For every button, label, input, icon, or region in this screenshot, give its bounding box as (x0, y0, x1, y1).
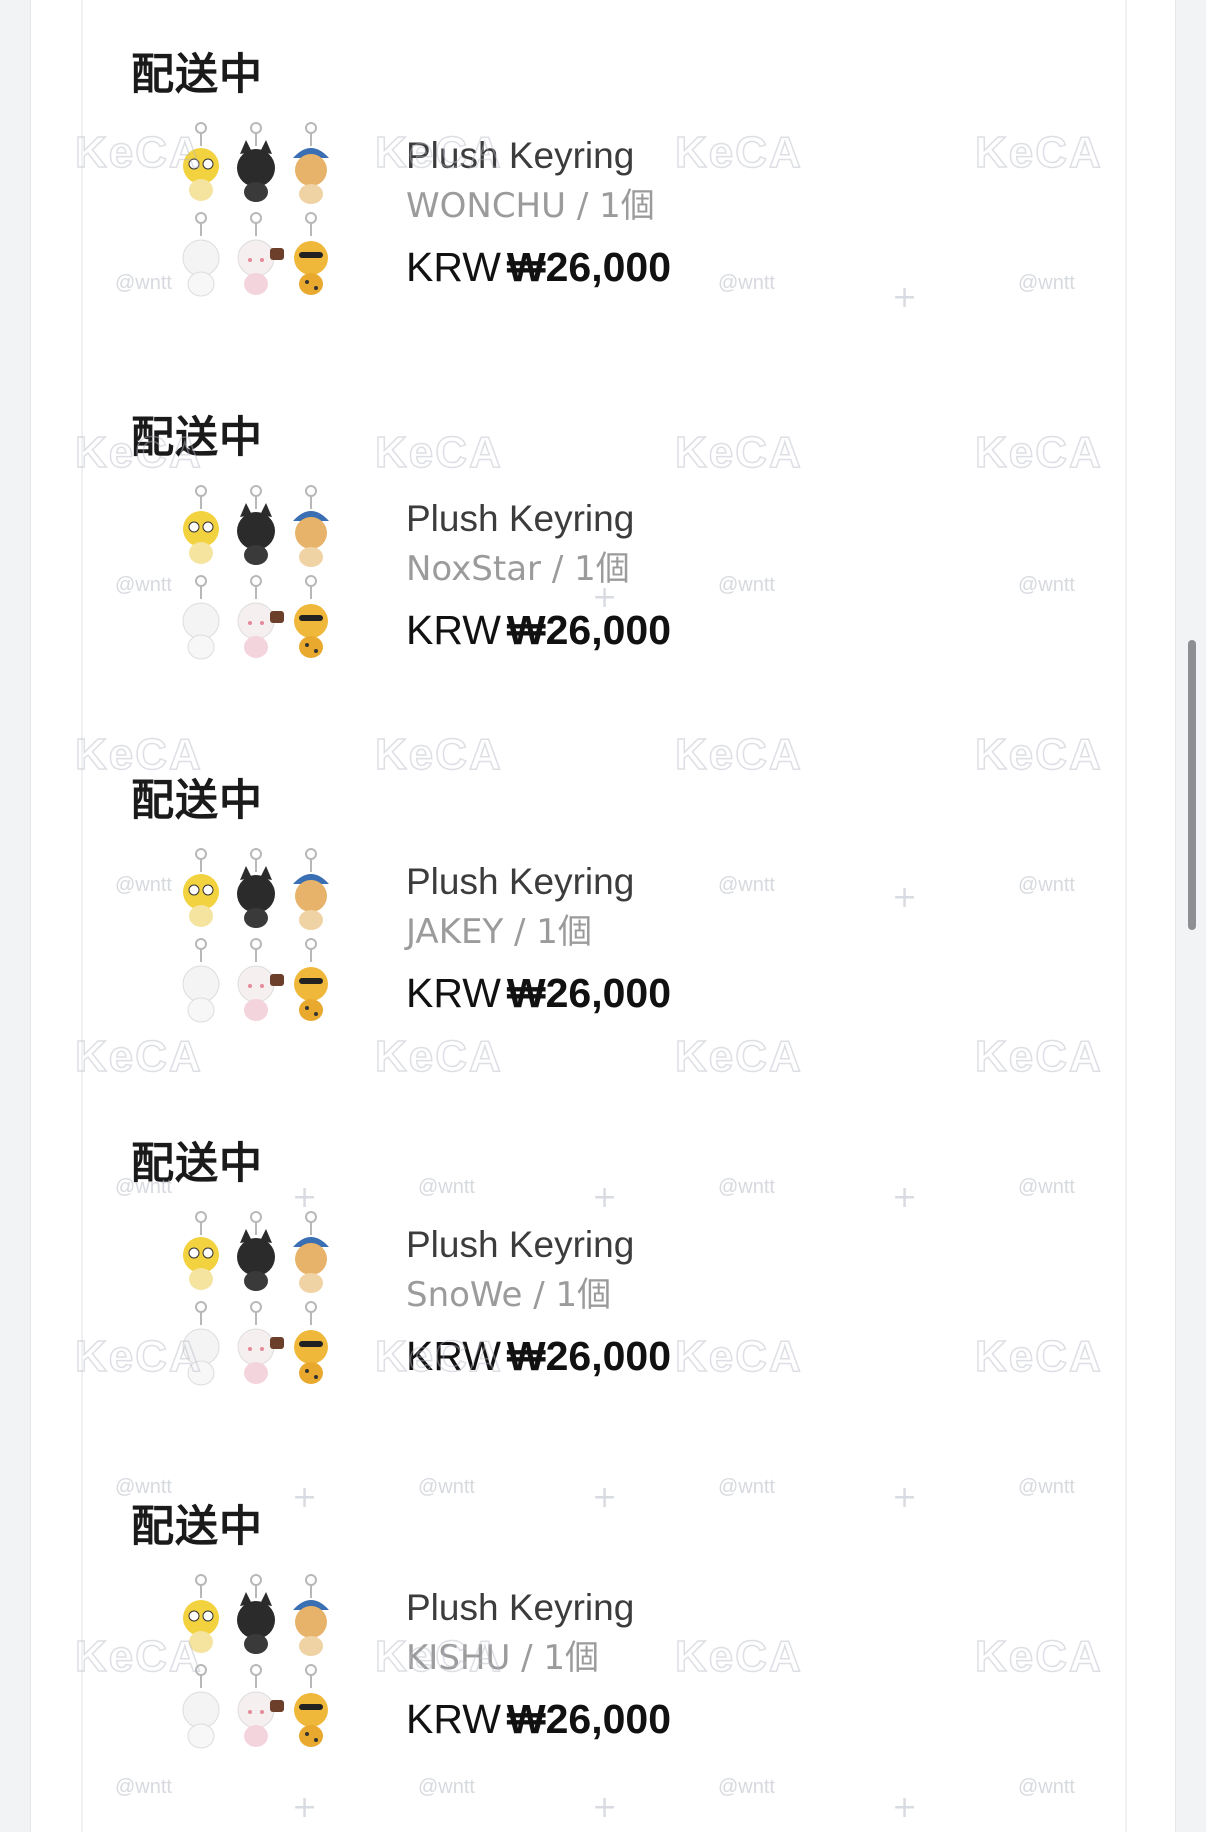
price-amount: ₩26,000 (506, 244, 672, 290)
shipping-status: 配送中 (131, 413, 263, 463)
product-option: JAKEY / 1個 (406, 912, 592, 952)
product-thumbnail[interactable] (161, 481, 431, 703)
product-thumbnail[interactable] (161, 1207, 431, 1429)
product-price: KRW ₩26,000 (406, 1329, 671, 1383)
shipping-status: 配送中 (131, 776, 263, 826)
order-list-panel: 配送中 Plush Keyring WONCHU / 1個 KRW ₩26,000… (30, 0, 1176, 1832)
product-price: KRW ₩26,000 (406, 603, 671, 657)
shipping-status: 配送中 (131, 1502, 263, 1552)
price-amount: ₩26,000 (506, 1333, 672, 1379)
product-name[interactable]: Plush Keyring (406, 858, 671, 906)
product-price: KRW ₩26,000 (406, 1692, 671, 1746)
order-item[interactable]: 配送中 Plush Keyring KISHU / 1個 KRW ₩26,000 (31, 1452, 1177, 1815)
order-item[interactable]: 配送中 Plush Keyring JAKEY / 1個 KRW ₩26,000 (31, 726, 1177, 1089)
price-currency: KRW (406, 1696, 501, 1742)
scrollbar-thumb[interactable] (1188, 640, 1196, 930)
shipping-status: 配送中 (131, 50, 263, 100)
product-option: WONCHU / 1個 (406, 186, 655, 226)
product-info: Plush Keyring NoxStar / 1個 KRW ₩26,000 (406, 495, 671, 657)
shipping-status: 配送中 (131, 1139, 263, 1189)
price-amount: ₩26,000 (506, 1696, 672, 1742)
product-thumbnail[interactable] (161, 118, 431, 340)
product-info: Plush Keyring SnoWe / 1個 KRW ₩26,000 (406, 1221, 671, 1383)
price-currency: KRW (406, 607, 501, 653)
product-name[interactable]: Plush Keyring (406, 495, 671, 543)
product-option: SnoWe / 1個 (406, 1275, 612, 1315)
product-info: Plush Keyring JAKEY / 1個 KRW ₩26,000 (406, 858, 671, 1020)
product-name[interactable]: Plush Keyring (406, 1221, 671, 1269)
product-name[interactable]: Plush Keyring (406, 132, 671, 180)
product-price: KRW ₩26,000 (406, 966, 671, 1020)
price-amount: ₩26,000 (506, 970, 672, 1016)
price-currency: KRW (406, 1333, 501, 1379)
price-currency: KRW (406, 244, 501, 290)
product-name[interactable]: Plush Keyring (406, 1584, 671, 1632)
order-item[interactable]: 配送中 Plush Keyring NoxStar / 1個 KRW ₩26,00… (31, 363, 1177, 726)
product-option: KISHU / 1個 (406, 1638, 600, 1678)
order-item[interactable]: 配送中 Plush Keyring WONCHU / 1個 KRW ₩26,000 (31, 0, 1177, 363)
product-thumbnail[interactable] (161, 844, 431, 1066)
product-info: Plush Keyring KISHU / 1個 KRW ₩26,000 (406, 1584, 671, 1746)
product-price: KRW ₩26,000 (406, 240, 671, 294)
product-option: NoxStar / 1個 (406, 549, 630, 589)
product-thumbnail[interactable] (161, 1570, 431, 1792)
order-item[interactable]: 配送中 Plush Keyring SnoWe / 1個 KRW ₩26,000 (31, 1089, 1177, 1452)
price-amount: ₩26,000 (506, 607, 672, 653)
product-info: Plush Keyring WONCHU / 1個 KRW ₩26,000 (406, 132, 671, 294)
price-currency: KRW (406, 970, 501, 1016)
